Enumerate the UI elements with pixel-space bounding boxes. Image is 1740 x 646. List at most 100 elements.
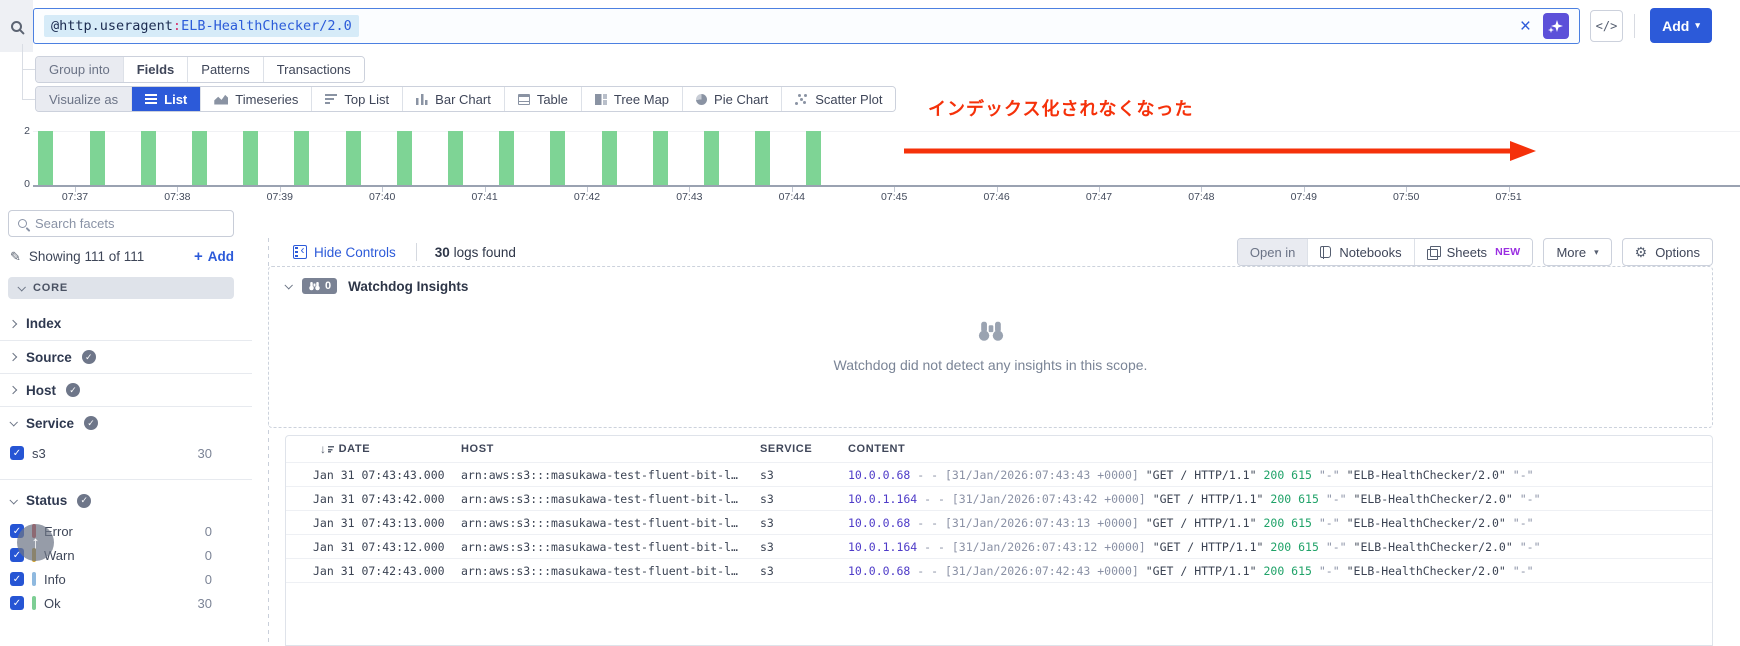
cell-host: arn:aws:s3:::masukawa-test-fluent-bit-l…	[461, 467, 738, 482]
content-segment: "ELB-HealthChecker/2.0"	[1353, 491, 1513, 506]
sparkle-icon-small	[1548, 27, 1554, 33]
chart-bar[interactable]	[38, 131, 54, 185]
content-segment: "-"	[1519, 539, 1541, 554]
gridline	[33, 131, 1740, 132]
content-segment: "-"	[1512, 515, 1534, 530]
column-header-service[interactable]: SERVICE	[760, 443, 848, 455]
scroll-to-top-button[interactable]: ↑	[17, 524, 54, 561]
table-row[interactable]: Jan 31 07:43:12.000 arn:aws:s3:::masukawa…	[286, 534, 1712, 558]
content-segment	[1319, 540, 1326, 554]
query-input[interactable]: @http.useragent:ELB-HealthChecker/2.0 ×	[33, 8, 1580, 44]
content-segment: "ELB-HealthChecker/2.0"	[1346, 467, 1506, 482]
facet-index[interactable]: Index	[0, 307, 252, 340]
x-axis-tick-label: 07:43	[676, 191, 703, 203]
viz-tab-top-list[interactable]: Top List	[312, 87, 404, 111]
facet-search-field[interactable]	[35, 216, 205, 231]
facet-item-info[interactable]: ✓ Info 0	[0, 567, 252, 591]
chart-bar[interactable]	[652, 131, 668, 185]
sheets-button[interactable]: Sheets NEW	[1414, 239, 1533, 265]
list-icon	[145, 93, 158, 105]
sheets-icon	[1426, 246, 1441, 260]
facet-item-count: 0	[204, 523, 212, 539]
x-axis-tick-label: 07:39	[266, 191, 293, 203]
chart-bar[interactable]	[755, 131, 771, 185]
viz-tab-tree-map[interactable]: Tree Map	[581, 87, 684, 111]
y-axis-tick-label: 2	[24, 125, 30, 137]
facet-item-s3[interactable]: ✓ s3 30	[0, 441, 252, 465]
content-segment: [31/Jan/2026:07:43:43 +0000]	[944, 467, 1139, 482]
content-segment: "-"	[1512, 467, 1534, 482]
chart-bar[interactable]	[294, 131, 310, 185]
query-token[interactable]: @http.useragent:ELB-HealthChecker/2.0	[44, 15, 359, 37]
chart-bar[interactable]	[806, 131, 822, 185]
tab-transactions[interactable]: Transactions	[263, 57, 364, 82]
viz-tab-bar-chart[interactable]: Bar Chart	[403, 87, 505, 111]
table-row-partial[interactable]	[286, 582, 1712, 592]
tab-fields[interactable]: Fields	[123, 57, 189, 82]
chart-bar[interactable]	[550, 131, 566, 185]
column-header-date[interactable]: DATE	[339, 443, 371, 455]
facet-service[interactable]: Service ✓	[0, 406, 252, 439]
row-status-marker	[286, 468, 313, 482]
row-status-marker	[286, 583, 313, 597]
facet-source[interactable]: Source ✓	[0, 340, 252, 373]
viz-tab-scatter-plot[interactable]: Scatter Plot	[782, 87, 896, 111]
content-segment: "GET / HTTP/1.1"	[1152, 491, 1264, 506]
hide-controls-button[interactable]: Hide Controls	[293, 243, 396, 260]
chart-bar[interactable]	[192, 131, 208, 185]
code-view-button[interactable]: </>	[1590, 10, 1623, 42]
tab-patterns[interactable]: Patterns	[188, 57, 264, 82]
x-axis-tick-label: 07:42	[573, 191, 601, 203]
viz-tab-list[interactable]: List	[132, 87, 202, 111]
table-row[interactable]: Jan 31 07:43:13.000 arn:aws:s3:::masukawa…	[286, 510, 1712, 534]
chevron-down-icon	[9, 495, 18, 505]
options-button[interactable]: ⚙ Options	[1621, 238, 1713, 266]
checkbox-checked[interactable]: ✓	[10, 446, 24, 460]
viz-tab-pie-chart[interactable]: Pie Chart	[683, 87, 783, 111]
column-header-host[interactable]: HOST	[461, 443, 760, 455]
viz-tab-timeseries[interactable]: Timeseries	[201, 87, 313, 111]
content-segment: "GET / HTTP/1.1"	[1152, 539, 1264, 554]
facet-item-count: 0	[204, 571, 212, 587]
chart-bar[interactable]	[140, 131, 156, 185]
table-row[interactable]: Jan 31 07:43:42.000 arn:aws:s3:::masukawa…	[286, 486, 1712, 510]
sort-descending-icon[interactable]: ↓	[320, 442, 334, 456]
core-section-header[interactable]: CORE	[8, 277, 234, 299]
more-button[interactable]: More ▾	[1543, 238, 1612, 266]
checkbox-checked[interactable]: ✓	[10, 596, 24, 610]
x-axis-tick-label: 07:41	[471, 191, 498, 203]
content-segment	[1347, 540, 1354, 554]
chart-bar[interactable]	[243, 131, 259, 185]
chart-bar[interactable]	[448, 131, 464, 185]
add-button[interactable]: Add ▾	[1650, 8, 1712, 43]
clear-query-icon[interactable]: ×	[1520, 17, 1531, 36]
ai-sparkle-button[interactable]	[1543, 13, 1569, 39]
facet-item-ok[interactable]: ✓ Ok 30	[0, 591, 252, 615]
chart-bar[interactable]	[601, 131, 617, 185]
cell-service: s3	[760, 515, 774, 530]
column-header-content[interactable]: CONTENT	[848, 443, 1712, 455]
table-row[interactable]: Jan 31 07:42:43.000 arn:aws:s3:::masukawa…	[286, 558, 1712, 582]
chart-bar[interactable]	[499, 131, 515, 185]
content-segment	[1139, 516, 1146, 530]
notebooks-button[interactable]: Notebooks	[1308, 239, 1415, 265]
facet-search-input[interactable]	[8, 210, 234, 237]
watchdog-header[interactable]: 0 Watchdog Insights	[269, 267, 1712, 294]
chart-bar[interactable]	[396, 131, 412, 185]
chart-bar[interactable]	[345, 131, 361, 185]
add-facet-button[interactable]: + Add	[194, 248, 234, 265]
chart-bar[interactable]	[704, 131, 720, 185]
cell-date: Jan 31 07:43:42.000	[313, 491, 445, 506]
facet-status[interactable]: Status ✓	[0, 484, 252, 517]
viz-tab-table[interactable]: Table	[504, 87, 582, 111]
status-color-chip	[32, 596, 36, 610]
facet-host[interactable]: Host ✓	[0, 373, 252, 406]
content-segment: - -	[917, 539, 952, 554]
content-segment: [31/Jan/2026:07:43:12 +0000]	[951, 539, 1146, 554]
table-row[interactable]: Jan 31 07:43:43.000 arn:aws:s3:::masukawa…	[286, 462, 1712, 486]
chart-bar[interactable]	[89, 131, 105, 185]
facet-label: Host	[26, 382, 56, 398]
cell-service: s3	[760, 467, 774, 482]
content-segment: 10.0.1.164	[848, 491, 918, 506]
checkbox-checked[interactable]: ✓	[10, 572, 24, 586]
